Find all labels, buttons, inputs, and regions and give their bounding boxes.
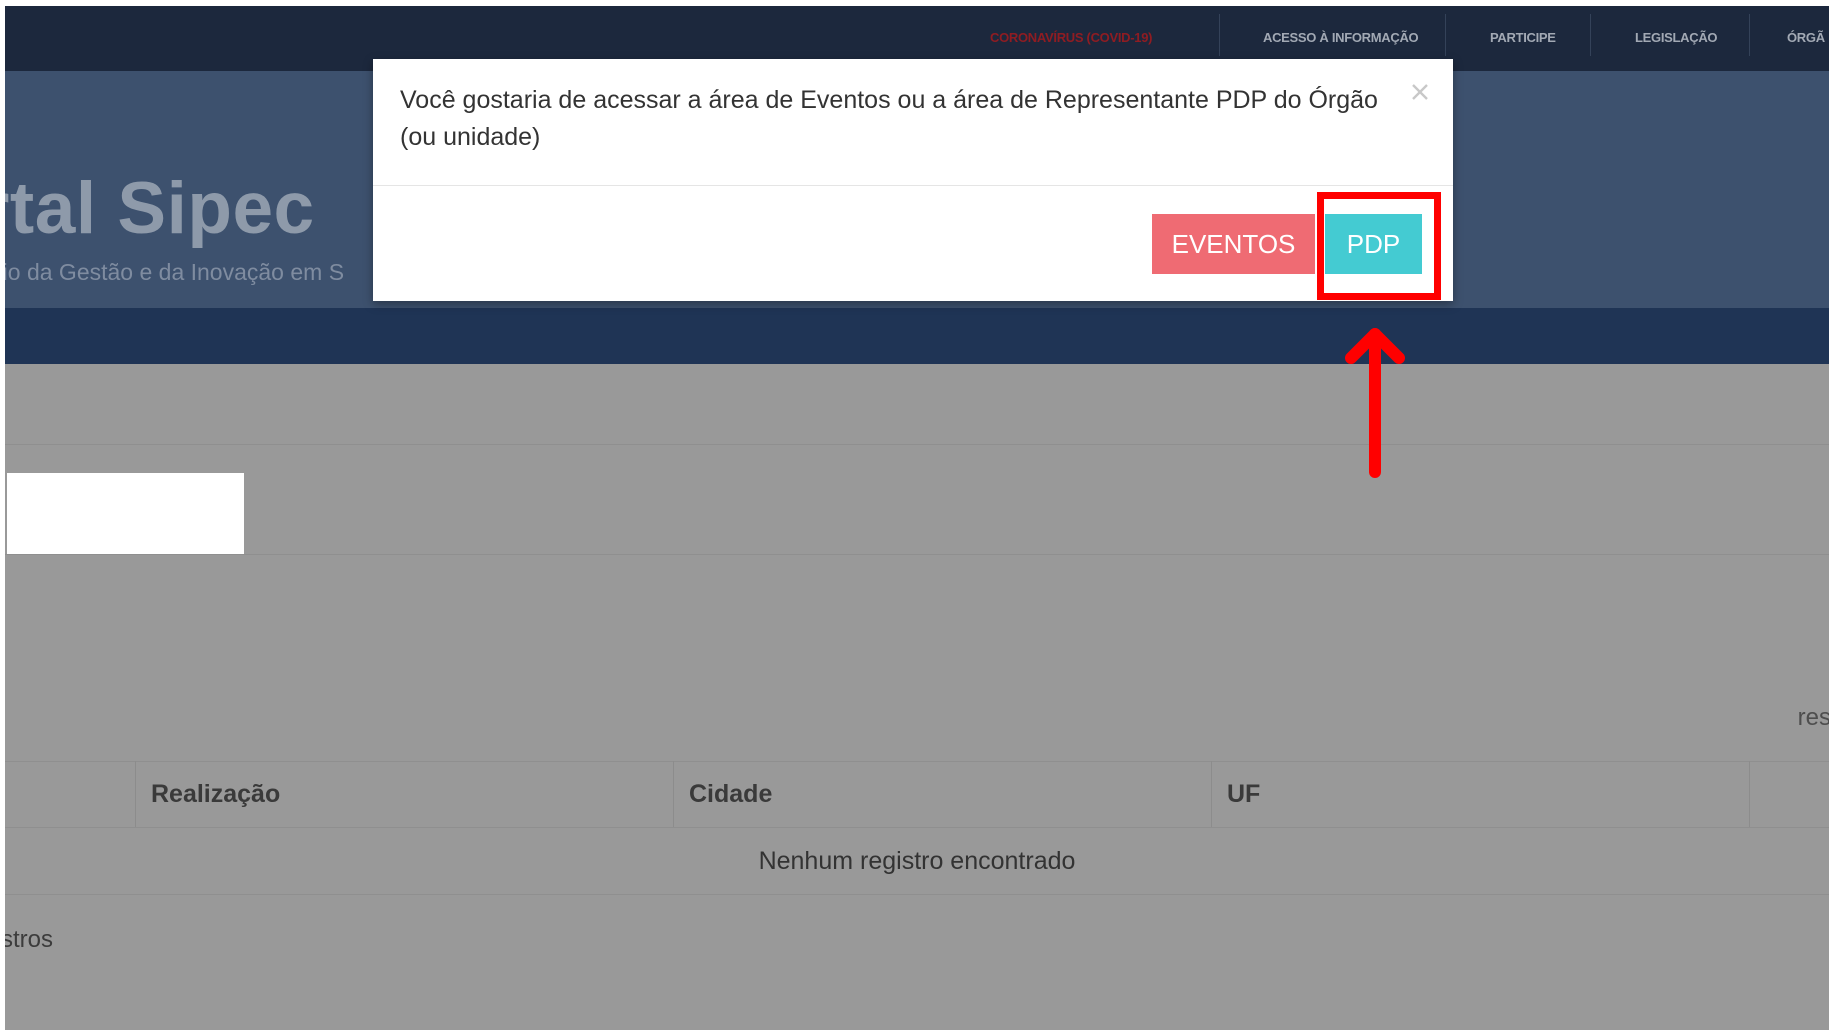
divider bbox=[5, 554, 1829, 555]
top-link-orgaos[interactable]: ÓRGÃ bbox=[1787, 6, 1825, 71]
column-header-realizacao[interactable]: Realização bbox=[136, 761, 673, 827]
eventos-button[interactable]: EVENTOS bbox=[1152, 214, 1315, 274]
close-icon[interactable] bbox=[1407, 79, 1433, 105]
screen: CORONAVÍRUS (COVID-19) ACESSO À INFORMAÇ… bbox=[5, 6, 1829, 1030]
portal-title: rtal Sipec bbox=[5, 168, 315, 249]
search-input[interactable] bbox=[7, 473, 244, 555]
main-navbar bbox=[5, 308, 1829, 364]
column-header-last[interactable] bbox=[1750, 761, 1829, 827]
top-separator bbox=[1590, 14, 1591, 56]
modal-divider bbox=[373, 185, 1453, 186]
modal-message: Você gostaria de acessar a área de Event… bbox=[400, 86, 1378, 151]
arrow-up-icon bbox=[1345, 328, 1405, 478]
table-empty-message: Nenhum registro encontrado bbox=[758, 847, 1076, 875]
divider bbox=[5, 444, 1829, 445]
area-selection-modal: Você gostaria de acessar a área de Event… bbox=[373, 59, 1453, 301]
top-separator bbox=[1445, 14, 1446, 56]
events-table: Realização Cidade UF Nenhum registro enc… bbox=[5, 761, 1829, 896]
top-link-participe[interactable]: PARTICIPE bbox=[1490, 6, 1556, 71]
highlight-box bbox=[1317, 192, 1441, 300]
top-separator bbox=[1219, 14, 1220, 56]
column-header-uf[interactable]: UF bbox=[1212, 761, 1749, 827]
column-header-first[interactable] bbox=[5, 761, 135, 827]
results-label: res bbox=[1797, 704, 1829, 731]
top-link-legislacao[interactable]: LEGISLAÇÃO bbox=[1635, 6, 1718, 71]
column-header-cidade[interactable]: Cidade bbox=[674, 761, 1211, 827]
table-border bbox=[5, 894, 1829, 895]
portal-subtitle: rio da Gestão e da Inovação em S bbox=[5, 259, 345, 285]
top-separator bbox=[1749, 14, 1750, 56]
records-info: stros bbox=[5, 926, 54, 953]
